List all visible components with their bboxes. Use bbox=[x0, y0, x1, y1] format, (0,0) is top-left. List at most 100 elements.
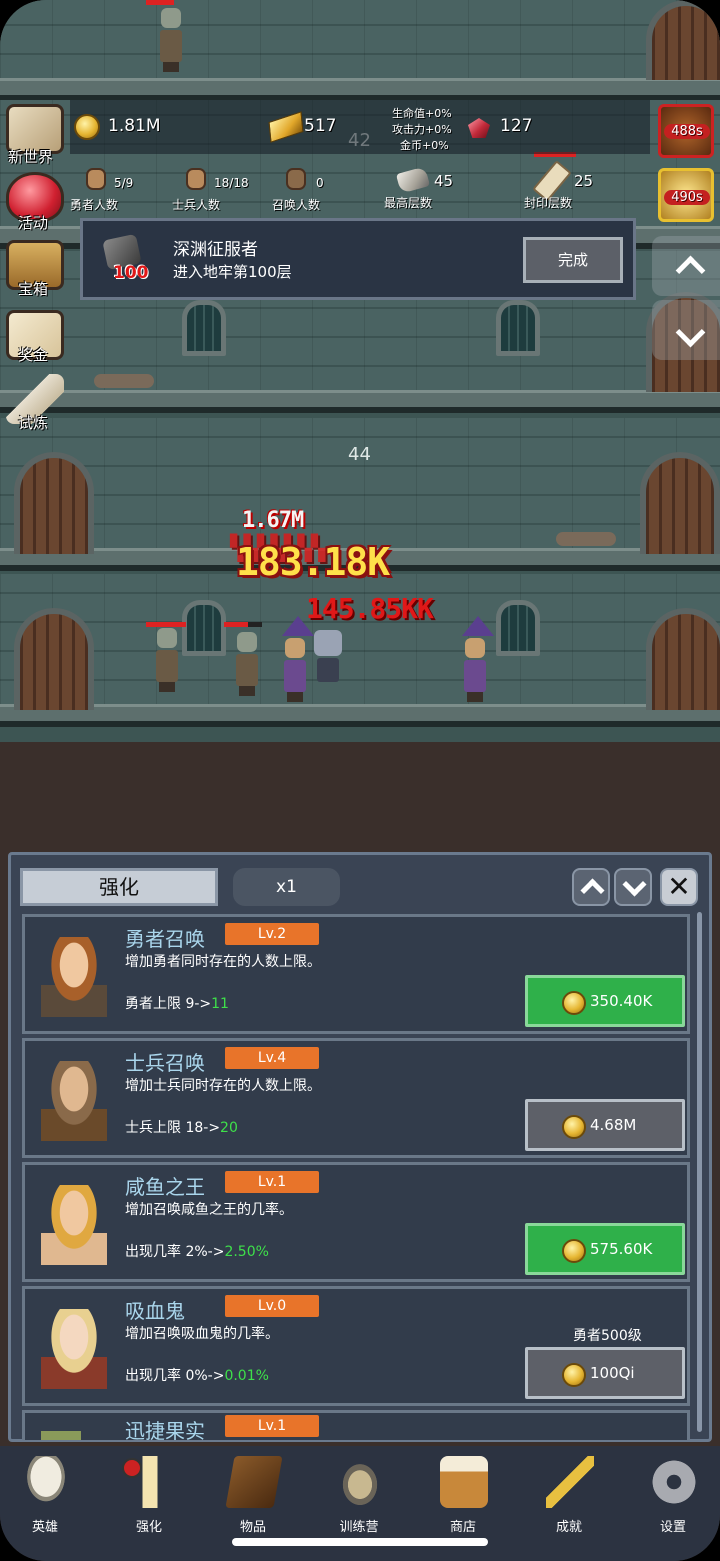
side-menu-label: 新世界 bbox=[8, 148, 54, 166]
summon-head-icon bbox=[286, 168, 306, 190]
upgrade-level: Lv.1 bbox=[225, 1415, 319, 1437]
coin-icon bbox=[562, 991, 586, 1015]
dungeon-door bbox=[14, 452, 94, 554]
floor-up-button[interactable] bbox=[652, 236, 720, 296]
achievement-badge: 100 bbox=[113, 263, 149, 283]
home-indicator[interactable] bbox=[232, 1538, 488, 1546]
nav-label: 商店 bbox=[449, 1520, 476, 1535]
zombie-enemy bbox=[234, 632, 260, 696]
coin-icon bbox=[74, 114, 100, 140]
multiplier-toggle[interactable]: x1 bbox=[233, 868, 340, 906]
scroll-down-button[interactable] bbox=[614, 868, 652, 906]
summon-count-label: 召唤人数 bbox=[272, 198, 321, 212]
game-screen: 42 44 1.67M ▚▚▚▚▚▚▚ 183.18K 145.85KK 1.8… bbox=[0, 0, 720, 1561]
hp-bonus: 生命值+0% bbox=[392, 107, 452, 120]
soldier-head-icon bbox=[186, 168, 206, 190]
upgrade-desc: 增加士兵同时存在的人数上限。 bbox=[125, 1078, 321, 1094]
upgrade-level: Lv.1 bbox=[225, 1171, 319, 1193]
upgrade-name: 咸鱼之王 bbox=[125, 1175, 205, 1199]
hero-count: 5/9 bbox=[114, 176, 134, 190]
close-icon: ✕ bbox=[667, 870, 691, 903]
dungeon-door bbox=[646, 0, 720, 80]
ruby-count: 127 bbox=[500, 116, 533, 136]
damage-number: 183.18K bbox=[236, 540, 390, 584]
sealed-floor-label: 封印层数 bbox=[524, 196, 573, 210]
coin-count: 1.81M bbox=[108, 116, 161, 136]
soldier-portrait bbox=[41, 1061, 107, 1141]
upgrade-level: Lv.4 bbox=[225, 1047, 319, 1069]
upgrade-card-soldier-summon: 士兵召唤 Lv.4 增加士兵同时存在的人数上限。 士兵上限 18->20 4.6… bbox=[22, 1038, 690, 1158]
nav-shop[interactable]: 商店 bbox=[418, 1456, 508, 1536]
zombie-enemy bbox=[154, 628, 180, 692]
side-menu-event[interactable]: 活动 bbox=[6, 172, 68, 234]
meat-bonus-timer: 488s bbox=[664, 124, 710, 139]
dungeon-window bbox=[496, 600, 540, 656]
gold-bonus: 金币+0% bbox=[400, 139, 449, 152]
candle-bonus-timer: 490s bbox=[664, 190, 710, 205]
floor-down-button[interactable] bbox=[652, 300, 720, 360]
nav-achievements[interactable]: 成就 bbox=[524, 1456, 614, 1536]
coin-icon bbox=[562, 1239, 586, 1263]
fallen-hero bbox=[556, 532, 616, 546]
chevron-up-icon bbox=[580, 878, 605, 903]
max-floor-label: 最高层数 bbox=[384, 196, 433, 210]
notification-dot bbox=[122, 1458, 142, 1478]
nav-label: 强化 bbox=[135, 1520, 162, 1535]
damage-number: 1.67M bbox=[242, 508, 304, 533]
sealed-floor: 25 bbox=[574, 172, 594, 190]
side-menu-new-world[interactable]: 新世界 bbox=[6, 104, 68, 166]
buy-upgrade-button[interactable]: 100Qi bbox=[525, 1347, 685, 1399]
close-panel-button[interactable]: ✕ bbox=[660, 868, 698, 906]
dungeon-door bbox=[640, 452, 720, 554]
dungeon-door bbox=[14, 608, 94, 710]
buy-upgrade-button[interactable]: 350.40K bbox=[525, 975, 685, 1027]
achievement-desc: 进入地牢第100层 bbox=[173, 263, 292, 281]
max-floor: 45 bbox=[434, 172, 454, 190]
achievement-popup: 100 深渊征服者 进入地牢第100层 完成 bbox=[80, 218, 636, 300]
panel-scrollbar[interactable] bbox=[697, 912, 702, 1432]
upgrade-name: 士兵召唤 bbox=[125, 1051, 205, 1075]
buy-upgrade-button[interactable]: 575.60K bbox=[525, 1223, 685, 1275]
enemy-health-bar-empty bbox=[248, 622, 262, 627]
side-menu-label: 试炼 bbox=[18, 414, 49, 432]
achievement-title: 深渊征服者 bbox=[173, 240, 258, 260]
side-menu-bonus[interactable]: 奖金 bbox=[6, 310, 68, 372]
nav-items[interactable]: 物品 bbox=[208, 1456, 298, 1536]
gold-bar-count: 517 bbox=[304, 116, 337, 136]
upgrade-name: 迅捷果实 bbox=[125, 1419, 205, 1440]
upgrade-stat: 出现几率 0%->0.01% bbox=[125, 1368, 269, 1384]
floor-ledge bbox=[0, 390, 720, 413]
side-menu-trial[interactable]: 试炼 bbox=[6, 374, 68, 436]
price-label: 4.68M bbox=[590, 1116, 637, 1134]
squid-monster bbox=[312, 630, 344, 694]
side-menu-label: 宝箱 bbox=[18, 280, 49, 298]
dungeon-window bbox=[182, 600, 226, 656]
nav-label: 英雄 bbox=[31, 1520, 58, 1535]
nav-upgrade[interactable]: 强化 bbox=[104, 1456, 194, 1536]
side-menu-chest[interactable]: 宝箱 bbox=[6, 240, 68, 302]
coin-icon bbox=[562, 1115, 586, 1139]
nav-label: 训练营 bbox=[339, 1520, 379, 1535]
fruit-portrait bbox=[41, 1431, 81, 1440]
upgrade-stat: 出现几率 2%->2.50% bbox=[125, 1244, 269, 1260]
nav-heroes[interactable]: 英雄 bbox=[0, 1456, 90, 1536]
upgrade-name: 吸血鬼 bbox=[125, 1299, 185, 1323]
tab-upgrade[interactable]: 强化 bbox=[20, 868, 218, 906]
buy-upgrade-button[interactable]: 4.68M bbox=[525, 1099, 685, 1151]
price-label: 100Qi bbox=[590, 1364, 635, 1382]
nav-training[interactable]: 训练营 bbox=[314, 1456, 404, 1536]
nav-settings[interactable]: 设置 bbox=[628, 1456, 718, 1536]
upgrade-level: Lv.2 bbox=[225, 923, 319, 945]
achievement-complete-button[interactable]: 完成 bbox=[523, 237, 623, 283]
fish-king-portrait bbox=[41, 1185, 107, 1265]
enemy-health-bar bbox=[146, 622, 186, 627]
unlock-requirement: 勇者500级 bbox=[573, 1328, 642, 1344]
scroll-up-button[interactable] bbox=[572, 868, 610, 906]
floor-ledge bbox=[0, 704, 720, 727]
dungeon-window bbox=[182, 300, 226, 356]
soldier-count-label: 士兵人数 bbox=[172, 198, 221, 212]
damage-number: 145.85KK bbox=[306, 592, 434, 625]
witch-hero bbox=[282, 616, 314, 702]
witch-hero bbox=[462, 616, 494, 702]
enemy-health-bar bbox=[224, 622, 248, 627]
